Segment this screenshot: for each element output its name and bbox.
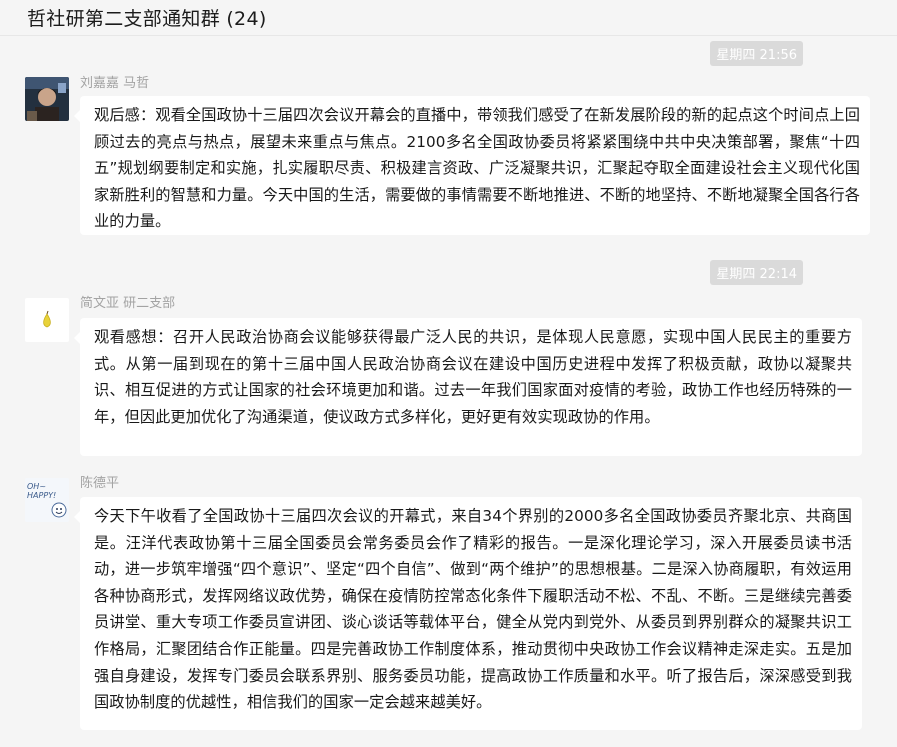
avatar-text: OH~ HAPPY! [27,482,57,500]
photo-avatar-icon[interactable] [25,77,69,121]
chat-title: 哲社研第二支部通知群 (24) [27,8,267,30]
timestamp-badge: 星期四 22:14 [710,260,803,285]
sender-name: 刘嘉嘉 马哲 [80,76,150,91]
sender-name: 陈德平 [80,476,120,491]
sender-name: 简文亚 研二支部 [80,296,176,311]
pear-avatar-icon[interactable] [25,298,69,342]
oh-happy-avatar-icon[interactable]: OH~ HAPPY! [25,478,69,522]
message-bubble[interactable]: 观看感想：召开人民政治协商会议能够获得最广泛人民的共识，是体现人民意愿，实现中国… [74,318,862,456]
message-bubble[interactable]: 观后感：观看全国政协十三届四次会议开幕会的直播中，带领我们感受了在新发展阶段的新… [74,96,870,235]
chat-header: 哲社研第二支部通知群 (24) [0,0,897,36]
message-bubble[interactable]: 今天下午收看了全国政协十三届四次会议的开幕式，来自34个界别的2000多名全国政… [74,497,862,730]
timestamp-badge: 星期四 21:56 [710,41,803,66]
